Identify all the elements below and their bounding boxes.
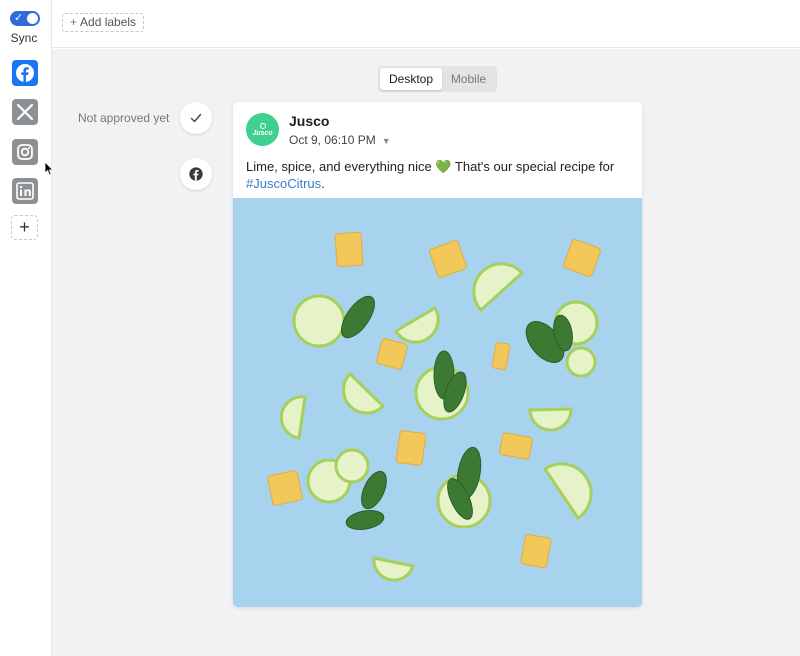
top-bar: + Add labels [52, 0, 800, 48]
check-icon: ✓ [14, 12, 24, 24]
post-date-text: Oct 9, 06:10 PM [289, 133, 376, 147]
green-heart-emoji: 💚 [435, 159, 452, 174]
avatar: Jusco [246, 113, 279, 146]
post-date-dropdown[interactable]: Oct 9, 06:10 PM ▼ [289, 133, 391, 147]
caption-text: Lime, spice, and everything nice [246, 159, 436, 174]
approve-button[interactable] [180, 102, 212, 134]
preview-mode-toggle: Desktop Mobile [378, 66, 497, 92]
add-labels-button[interactable]: + Add labels [62, 13, 145, 32]
network-sidebar: ✓ Sync + [0, 0, 52, 656]
chevron-down-icon: ▼ [381, 136, 391, 146]
x-network-button[interactable] [12, 99, 38, 125]
post-preview-card: Jusco Jusco Oct 9, 06:10 PM ▼ Lime, spice… [233, 102, 642, 607]
linkedin-icon [16, 182, 34, 200]
instagram-network-button[interactable] [12, 139, 38, 165]
sync-toggle[interactable]: ✓ [10, 11, 40, 26]
facebook-icon [16, 64, 34, 82]
facebook-preview-button[interactable] [180, 158, 212, 190]
preview-area: Desktop Mobile Not approved yet Jusco Ju… [52, 49, 800, 656]
instagram-icon [17, 144, 33, 160]
facebook-icon [189, 167, 203, 181]
add-network-button[interactable]: + [11, 215, 38, 240]
leaf-icon [259, 122, 266, 129]
add-labels-text: Add labels [80, 15, 137, 29]
caption-text-continued: That's our special recipe for [451, 159, 615, 174]
approval-status: Not approved yet [78, 111, 170, 125]
plus-icon: + [70, 15, 78, 29]
facebook-network-button[interactable] [12, 60, 38, 86]
linkedin-network-button[interactable] [12, 178, 38, 204]
post-caption: Lime, spice, and everything nice 💚 That'… [246, 158, 631, 192]
hashtag-link[interactable]: #JuscoCitrus [246, 176, 321, 191]
check-icon [190, 113, 202, 123]
avatar-logo-text: Jusco [252, 129, 273, 137]
account-name: Jusco [289, 113, 330, 129]
x-icon [16, 103, 34, 121]
mobile-tab[interactable]: Mobile [442, 68, 495, 90]
desktop-tab[interactable]: Desktop [380, 68, 442, 90]
caption-text-end: . [321, 176, 325, 191]
toggle-knob [27, 13, 38, 24]
sync-label: Sync [10, 31, 38, 45]
post-image [233, 198, 642, 607]
